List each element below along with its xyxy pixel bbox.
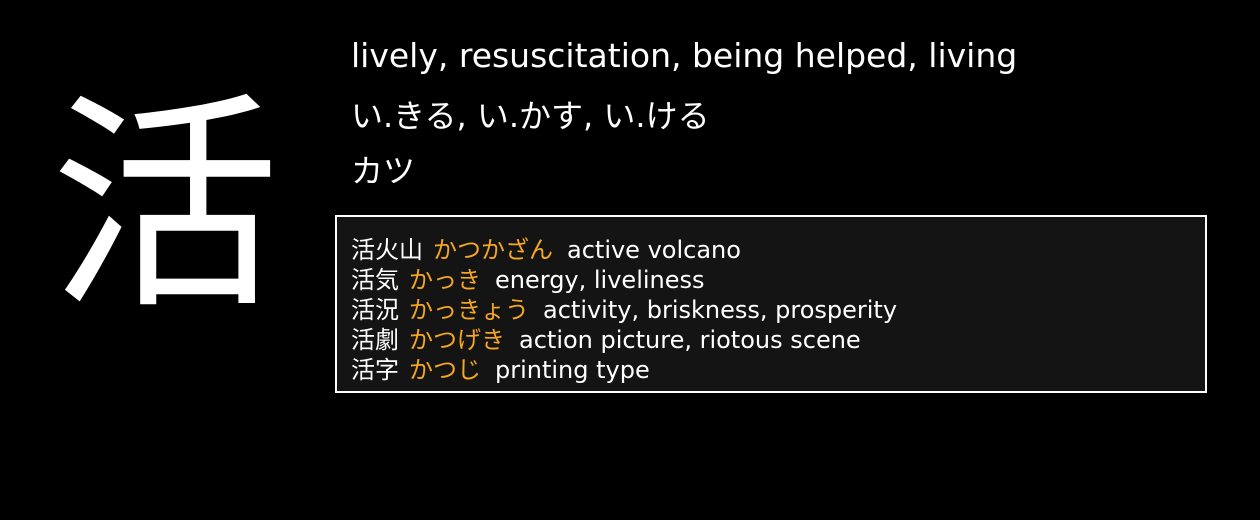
vocabulary-meaning: active volcano	[567, 236, 741, 264]
vocabulary-meaning: activity, briskness, prosperity	[543, 296, 898, 324]
vocabulary-word: 活劇	[351, 326, 399, 354]
vocabulary-list: 活火山 かつかざん active volcano 活気 かっき energy, live…	[335, 215, 1207, 393]
kanji-meanings: lively, resuscitation, being helped, liv…	[351, 36, 1018, 75]
vocabulary-reading: かつかざん	[433, 236, 553, 264]
vocabulary-meaning: action picture, riotous scene	[519, 326, 861, 354]
vocabulary-row: 活気 かっき energy, liveliness	[351, 265, 1205, 295]
vocabulary-meaning: energy, liveliness	[495, 266, 705, 294]
vocabulary-meaning: printing type	[495, 356, 650, 384]
vocabulary-row: 活火山 かつかざん active volcano	[351, 235, 1205, 265]
vocabulary-word: 活火山	[351, 236, 423, 264]
kun-readings: い.きる, い.かす, い.ける	[351, 97, 710, 135]
vocabulary-row: 活字 かつじ printing type	[351, 355, 1205, 385]
vocabulary-reading: かっきょう	[409, 296, 529, 324]
vocabulary-word: 活況	[351, 296, 399, 324]
vocabulary-word: 活字	[351, 356, 399, 384]
vocabulary-reading: かつげき	[409, 326, 505, 354]
on-readings: カツ	[351, 152, 416, 190]
vocabulary-reading: かつじ	[409, 356, 481, 384]
vocabulary-row: 活況 かっきょう activity, briskness, prosperity	[351, 295, 1205, 325]
vocabulary-word: 活気	[351, 266, 399, 294]
kanji-character: 活	[50, 74, 281, 341]
vocabulary-row: 活劇 かつげき action picture, riotous scene	[351, 325, 1205, 355]
vocabulary-reading: かっき	[409, 266, 481, 294]
